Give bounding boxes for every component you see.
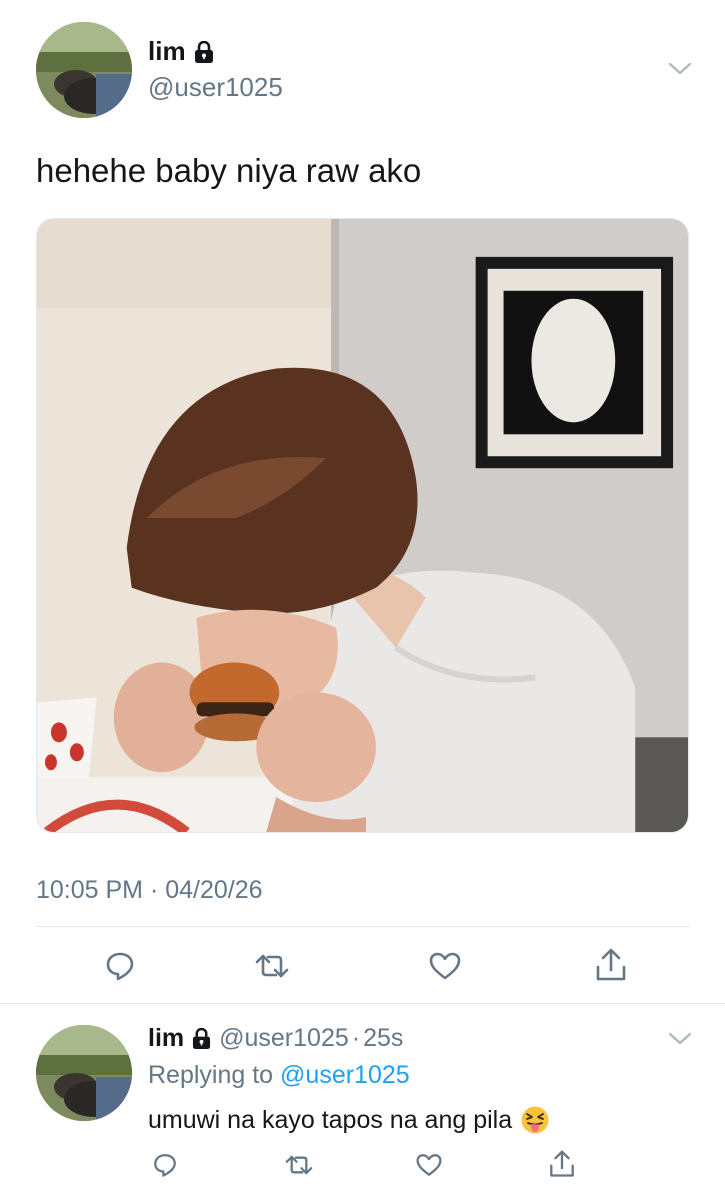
retweet-icon [285, 1155, 313, 1175]
reply-button[interactable] [100, 948, 140, 984]
reply-text: umuwi na kayo tapos na ang pila [148, 1105, 550, 1135]
divider [0, 1003, 725, 1004]
reply-like-button[interactable] [414, 1150, 444, 1180]
tweet-timestamp[interactable]: 10:05 PM · 04/20/26 [36, 876, 263, 905]
reply-icon [154, 1154, 176, 1177]
replying-to-link[interactable]: @user1025 [280, 1061, 410, 1089]
like-button[interactable] [425, 948, 465, 984]
reply-display-name[interactable]: lim [148, 1024, 184, 1053]
chevron-down-icon[interactable] [668, 62, 692, 76]
reply-handle[interactable]: @user1025 [219, 1024, 349, 1053]
retweet-button[interactable] [252, 948, 292, 984]
share-icon [550, 1150, 574, 1177]
retweet-icon [255, 954, 289, 978]
heart-icon [416, 1154, 442, 1176]
display-name[interactable]: lim [148, 36, 186, 67]
reply-header: lim @user1025 · 25s [148, 1024, 403, 1053]
avatar[interactable] [36, 22, 132, 118]
chevron-down-icon[interactable] [668, 1032, 692, 1046]
replying-prefix: Replying to [148, 1061, 274, 1089]
share-button[interactable] [591, 946, 631, 984]
squinting-face-with-tongue-icon [521, 1106, 549, 1134]
reply-retweet-button[interactable] [282, 1150, 316, 1180]
separator-dot: · [351, 1024, 361, 1052]
reply-avatar[interactable] [36, 1025, 132, 1121]
reply-text-content: umuwi na kayo tapos na ang pila [148, 1105, 513, 1134]
reply-time[interactable]: 25s [363, 1024, 403, 1053]
lock-icon [194, 40, 213, 63]
reply-reply-button[interactable] [150, 1150, 180, 1180]
tweet-media-photo[interactable] [36, 218, 689, 833]
lock-icon [193, 1028, 211, 1049]
tweet-text: hehehe baby niya raw ako [36, 152, 422, 189]
author-name-row: lim [148, 36, 214, 67]
heart-icon [429, 952, 461, 980]
author-handle[interactable]: @user1025 [148, 72, 283, 103]
replying-to-line: Replying to @user1025 [148, 1061, 410, 1090]
reply-share-button[interactable] [546, 1148, 578, 1180]
divider [36, 926, 689, 927]
reply-icon [106, 952, 134, 981]
share-icon [596, 948, 626, 981]
